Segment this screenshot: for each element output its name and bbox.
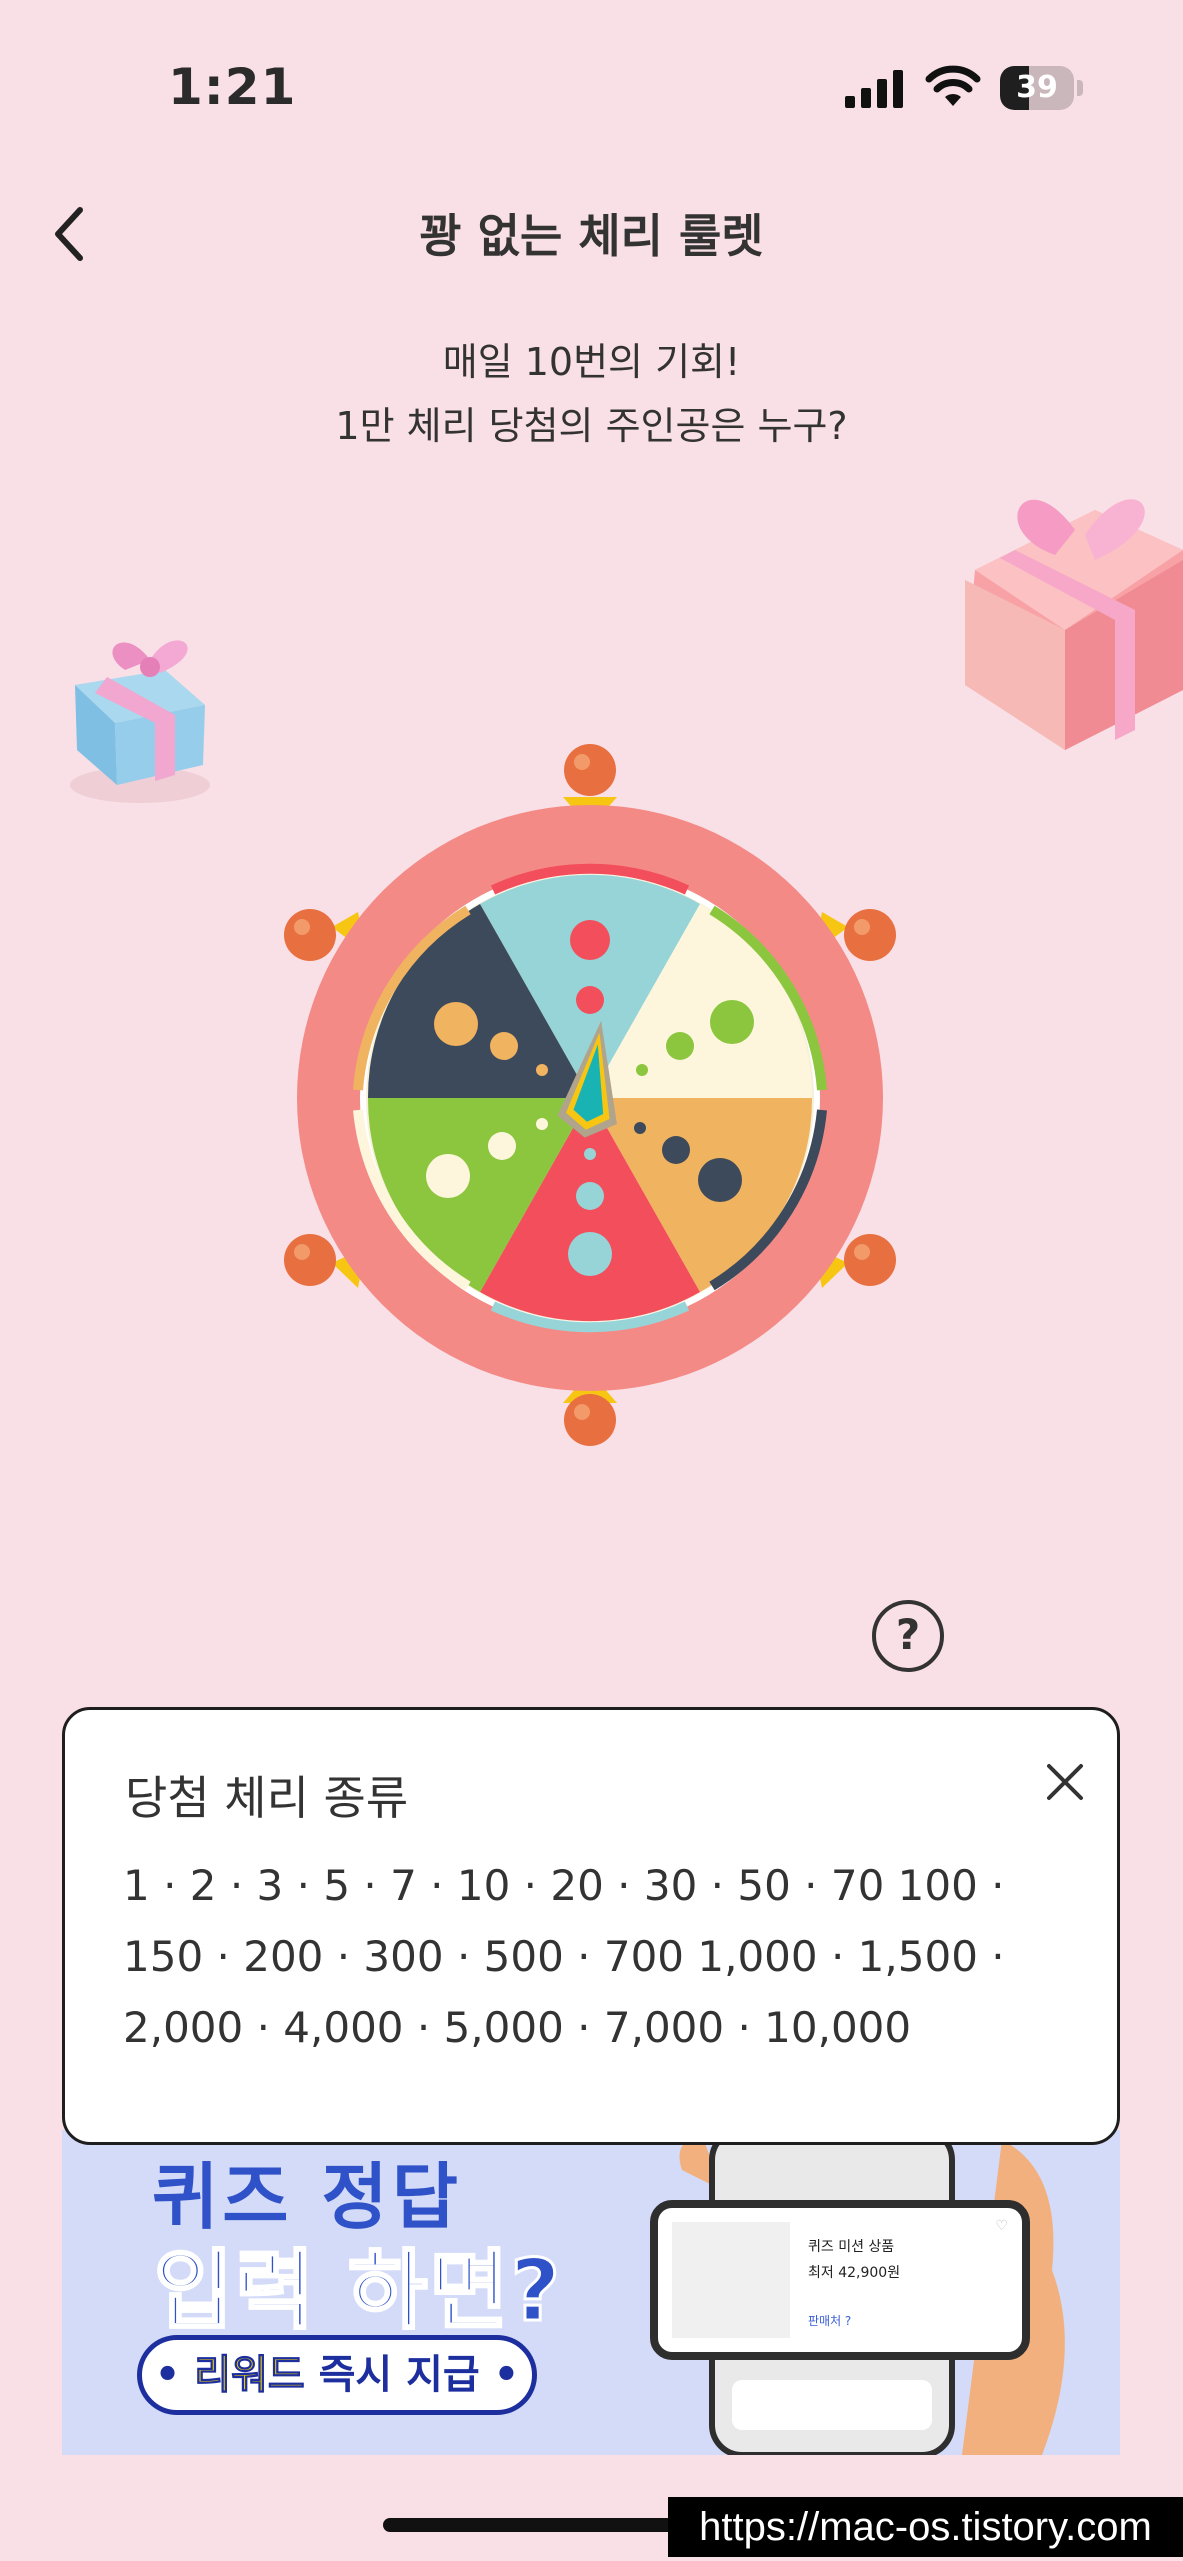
close-icon xyxy=(1047,1764,1083,1800)
gift-icon xyxy=(70,640,210,803)
help-button[interactable]: ? xyxy=(872,1600,944,1672)
banner-pill-highlight: 리워드 xyxy=(194,2352,305,2399)
subtitle-line-2: 1만 체리 당첨의 주인공은 누구? xyxy=(335,404,848,448)
subtitle: 매일 10번의 기회! 1만 체리 당첨의 주인공은 누구? xyxy=(0,330,1183,458)
battery-level-text: 39 xyxy=(1016,70,1058,105)
status-bar: 1:21 39 xyxy=(0,0,1183,180)
wifi-icon xyxy=(925,65,981,106)
popup-title: 당첨 체리 종류 xyxy=(125,1771,409,1825)
page-title: 꽝 없는 체리 룰렛 xyxy=(419,209,764,263)
status-time: 1:21 xyxy=(168,58,297,116)
nav-bar: 꽝 없는 체리 룰렛 xyxy=(0,180,1183,280)
heart-icon: ♡ xyxy=(995,2218,1008,2234)
product-thumbnail xyxy=(672,2222,790,2338)
product-price: 최저 42,900원 xyxy=(808,2265,901,2281)
subtitle-line-1: 매일 10번의 기회! xyxy=(442,340,741,384)
roulette-wheel[interactable] xyxy=(280,740,900,1460)
prize-values: 1 · 2 · 3 · 5 · 7 · 10 · 20 · 30 · 50 · … xyxy=(123,1861,1005,2052)
gift-icon xyxy=(965,499,1183,750)
watermark: https://mac-os.tistory.com xyxy=(668,2497,1183,2557)
close-button[interactable] xyxy=(1035,1752,1095,1812)
prize-info-popup: 당첨 체리 종류 1 · 2 · 3 · 5 · 7 · 10 · 20 · 3… xyxy=(62,1707,1120,2145)
ad-banner[interactable]: 퀴즈 정답 입력 하면? • 리워드 즉시 지급 • 퀴즈 미션 상품 최저 4… xyxy=(62,2130,1120,2455)
banner-headline-2: 입력 하면? xyxy=(152,2240,563,2343)
banner-reward-pill: • 리워드 즉시 지급 • xyxy=(137,2335,537,2415)
product-card: 퀴즈 미션 상품 최저 42,900원 판매처 ? ♡ xyxy=(650,2200,1030,2360)
product-title: 퀴즈 미션 상품 xyxy=(808,2239,895,2255)
battery-icon: 39 xyxy=(1000,66,1083,110)
product-seller-link: 판매처 ? xyxy=(808,2314,852,2328)
signal-icon xyxy=(845,70,903,108)
banner-pill-text: 즉시 지급 xyxy=(304,2352,480,2398)
